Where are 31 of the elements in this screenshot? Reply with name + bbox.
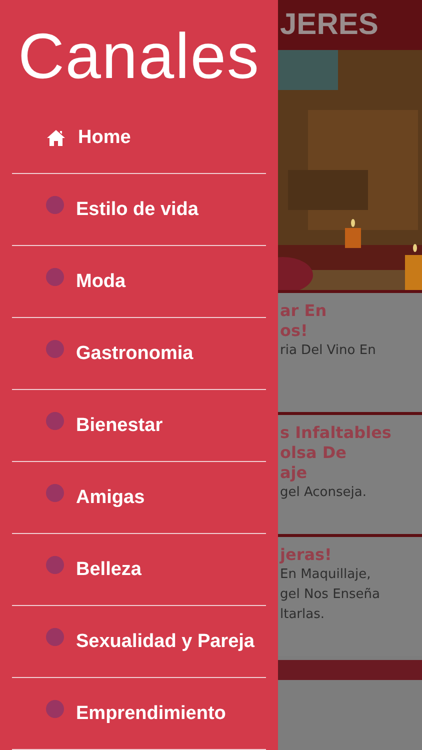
menu-item[interactable]: Moda [12, 246, 266, 318]
drawer-title: Canales [18, 24, 260, 88]
dot-icon [46, 700, 64, 718]
article-title: ar En [280, 301, 327, 321]
dot-icon [46, 268, 64, 286]
dot-icon [46, 484, 64, 502]
menu-item[interactable]: Amigas [12, 462, 266, 534]
menu-item[interactable]: Estilo de vida [12, 174, 266, 246]
article-title: aje [280, 463, 308, 483]
menu-item[interactable]: Sexualidad y Pareja [12, 606, 266, 678]
menu-item[interactable]: Home [12, 102, 266, 174]
article-title: os! [280, 321, 308, 341]
article-summary: gel Aconseja. [280, 484, 366, 502]
article-title: jeras! [280, 545, 332, 565]
dot-icon [46, 196, 64, 214]
article-summary: ria Del Vino En [280, 342, 376, 360]
article-summary: ltarlas. [280, 606, 325, 624]
article-summary: gel Nos Enseña [280, 586, 380, 604]
dot-icon [46, 340, 64, 358]
article-title: s Infaltables [280, 423, 392, 443]
article-summary: En Maquillaje, [280, 566, 371, 584]
menu-item[interactable]: Belleza [12, 534, 266, 606]
menu-item[interactable]: Gastronomia [12, 318, 266, 390]
header-title: JERES [280, 10, 378, 40]
dot-icon [46, 628, 64, 646]
menu-item[interactable]: Bienestar [12, 390, 266, 462]
dot-icon [46, 556, 64, 574]
article-title: olsa De [280, 443, 346, 463]
home-icon [46, 128, 66, 146]
menu-item[interactable]: Emprendimiento [12, 678, 266, 750]
dot-icon [46, 412, 64, 430]
